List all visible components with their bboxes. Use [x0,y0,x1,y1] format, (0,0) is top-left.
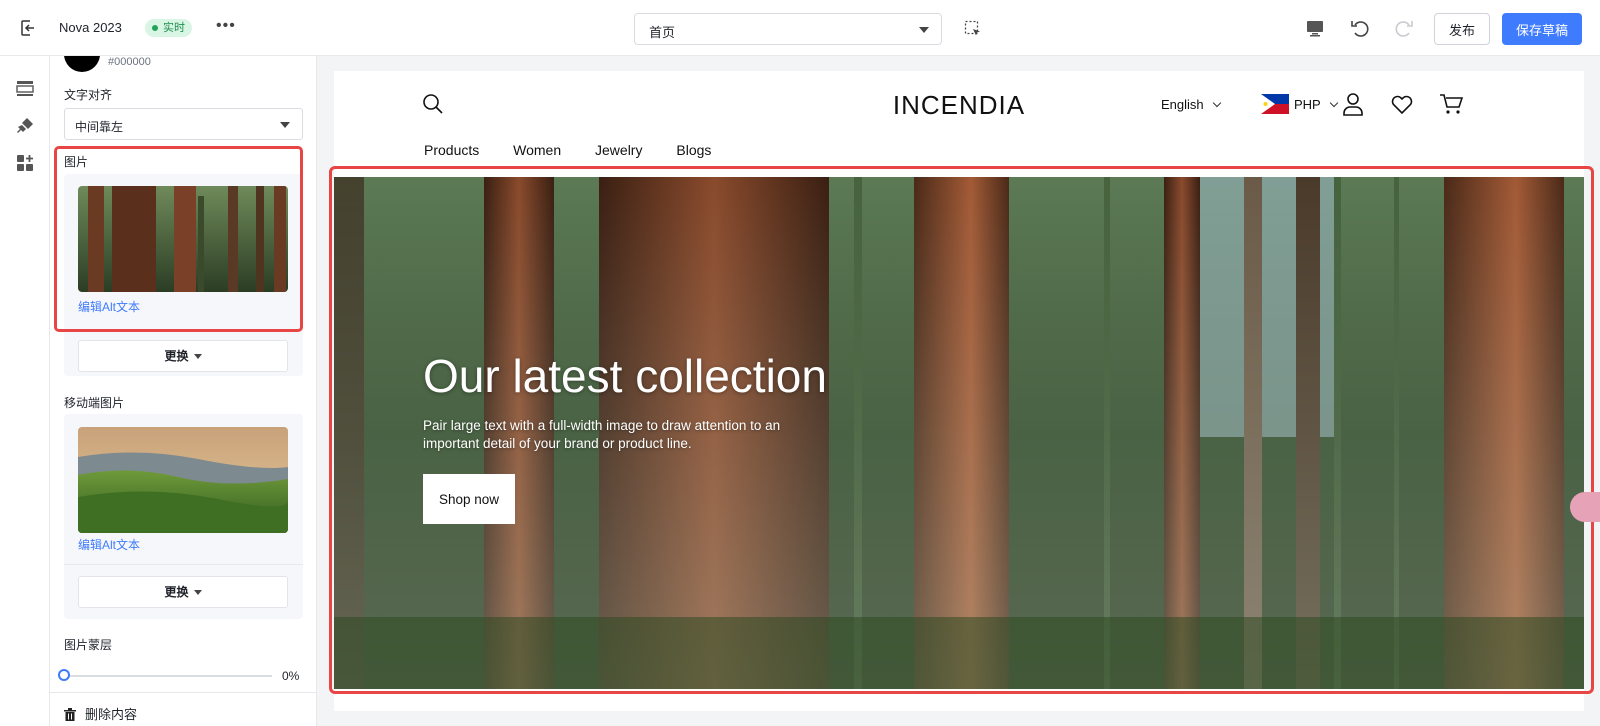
store-nav: Products Women Jewelry Blogs [424,142,741,158]
chevron-down-icon [919,27,929,33]
language-value: English [1161,97,1204,112]
overlay-slider-track[interactable] [64,675,272,677]
philippines-flag-icon [1261,94,1289,114]
text-align-value: 中间靠左 [75,120,124,134]
page-select[interactable]: 首页 [634,13,942,45]
mobile-edit-alt-text-link[interactable]: 编辑Alt文本 [78,536,140,553]
page-select-value: 首页 [649,25,676,40]
mobile-image-label: 移动端图片 [64,396,125,410]
currency-value: PHP [1294,97,1321,112]
publish-button[interactable]: 发布 [1434,13,1490,45]
replace-label: 更换 [164,349,189,363]
delete-label: 删除内容 [85,707,138,722]
replace-label: 更换 [164,585,189,599]
theme-style-icon[interactable] [15,116,35,136]
desktop-preview-icon[interactable] [1305,18,1325,38]
replace-image-button[interactable]: 更换 [78,340,288,372]
nav-women[interactable]: Women [513,142,561,158]
text-align-select[interactable]: 中间靠左 [64,108,303,140]
store-header: INCENDIA English PHP Products Women Jewe… [334,71,1584,176]
more-options-icon[interactable]: ••• [216,17,236,35]
chevron-down-icon [1212,98,1221,108]
wishlist-heart-icon[interactable] [1390,92,1414,116]
divider [50,692,316,693]
undo-icon[interactable] [1349,17,1371,39]
nav-products[interactable]: Products [424,142,479,158]
apps-icon[interactable] [15,153,35,173]
exit-icon[interactable] [18,18,38,38]
live-badge: 实时 [145,19,192,37]
left-rail [0,56,50,726]
highlight-box [54,146,303,332]
chevron-down-icon [280,122,290,128]
replace-mobile-image-button[interactable]: 更换 [78,576,288,608]
cart-icon[interactable] [1439,92,1463,116]
mobile-image-picker: 编辑Alt文本 更换 [64,414,303,619]
settings-panel: #000000 文字对齐 中间靠左 图片 编辑Alt文本 更换 移动端图片 编辑… [50,56,317,726]
chevron-down-icon [193,354,202,360]
language-selector[interactable]: English [1161,97,1221,112]
nav-blogs[interactable]: Blogs [676,142,711,158]
top-bar: Nova 2023 实时 ••• 首页 发布 保存草稿 [0,0,1600,56]
redo-icon[interactable] [1393,17,1415,39]
chevron-down-icon [193,590,202,596]
overlay-value: 0% [282,669,300,683]
color-hex: #000000 [108,56,151,68]
overlay-label: 图片蒙层 [64,638,113,652]
sections-icon[interactable] [15,78,35,98]
mobile-image-thumbnail[interactable] [78,427,288,533]
chevron-down-icon [1329,98,1338,108]
delete-content-button[interactable]: 删除内容 [64,704,137,723]
select-element-icon[interactable] [964,20,982,38]
divider [64,564,303,565]
trash-icon [64,708,76,721]
save-draft-button[interactable]: 保存草稿 [1502,13,1582,45]
side-assistant-handle[interactable] [1570,492,1600,522]
color-swatch[interactable] [64,56,100,72]
overlay-slider-handle[interactable] [58,669,70,681]
theme-name: Nova 2023 [59,20,122,35]
text-align-label: 文字对齐 [64,88,113,102]
currency-selector[interactable]: PHP [1294,97,1338,112]
account-icon[interactable] [1341,92,1365,116]
nav-jewelry[interactable]: Jewelry [595,142,642,158]
hero-highlight-box [329,166,1594,694]
